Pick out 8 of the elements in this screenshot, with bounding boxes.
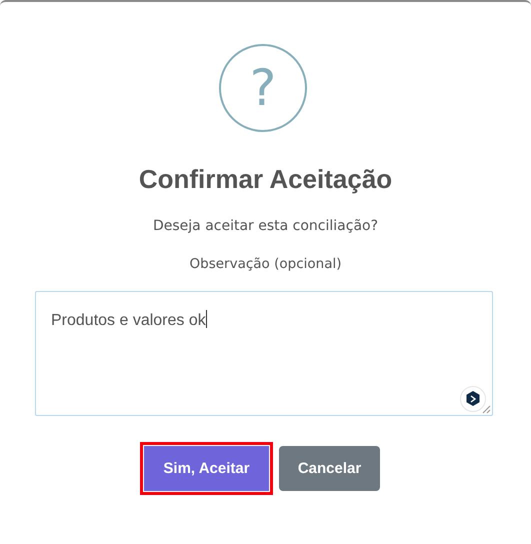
cancel-button[interactable]: Cancelar [279, 446, 380, 491]
dialog-title: Confirmar Aceitação [138, 164, 392, 195]
resize-handle-icon[interactable] [482, 405, 491, 414]
observation-field[interactable]: Produtos e valores ok [35, 291, 493, 416]
field-label: Observação (opcional) [190, 256, 342, 272]
question-icon: ? [219, 44, 307, 132]
dialog-message: Deseja aceitar esta conciliação? [152, 218, 378, 234]
accept-button[interactable]: Sim, Aceitar [144, 446, 269, 491]
